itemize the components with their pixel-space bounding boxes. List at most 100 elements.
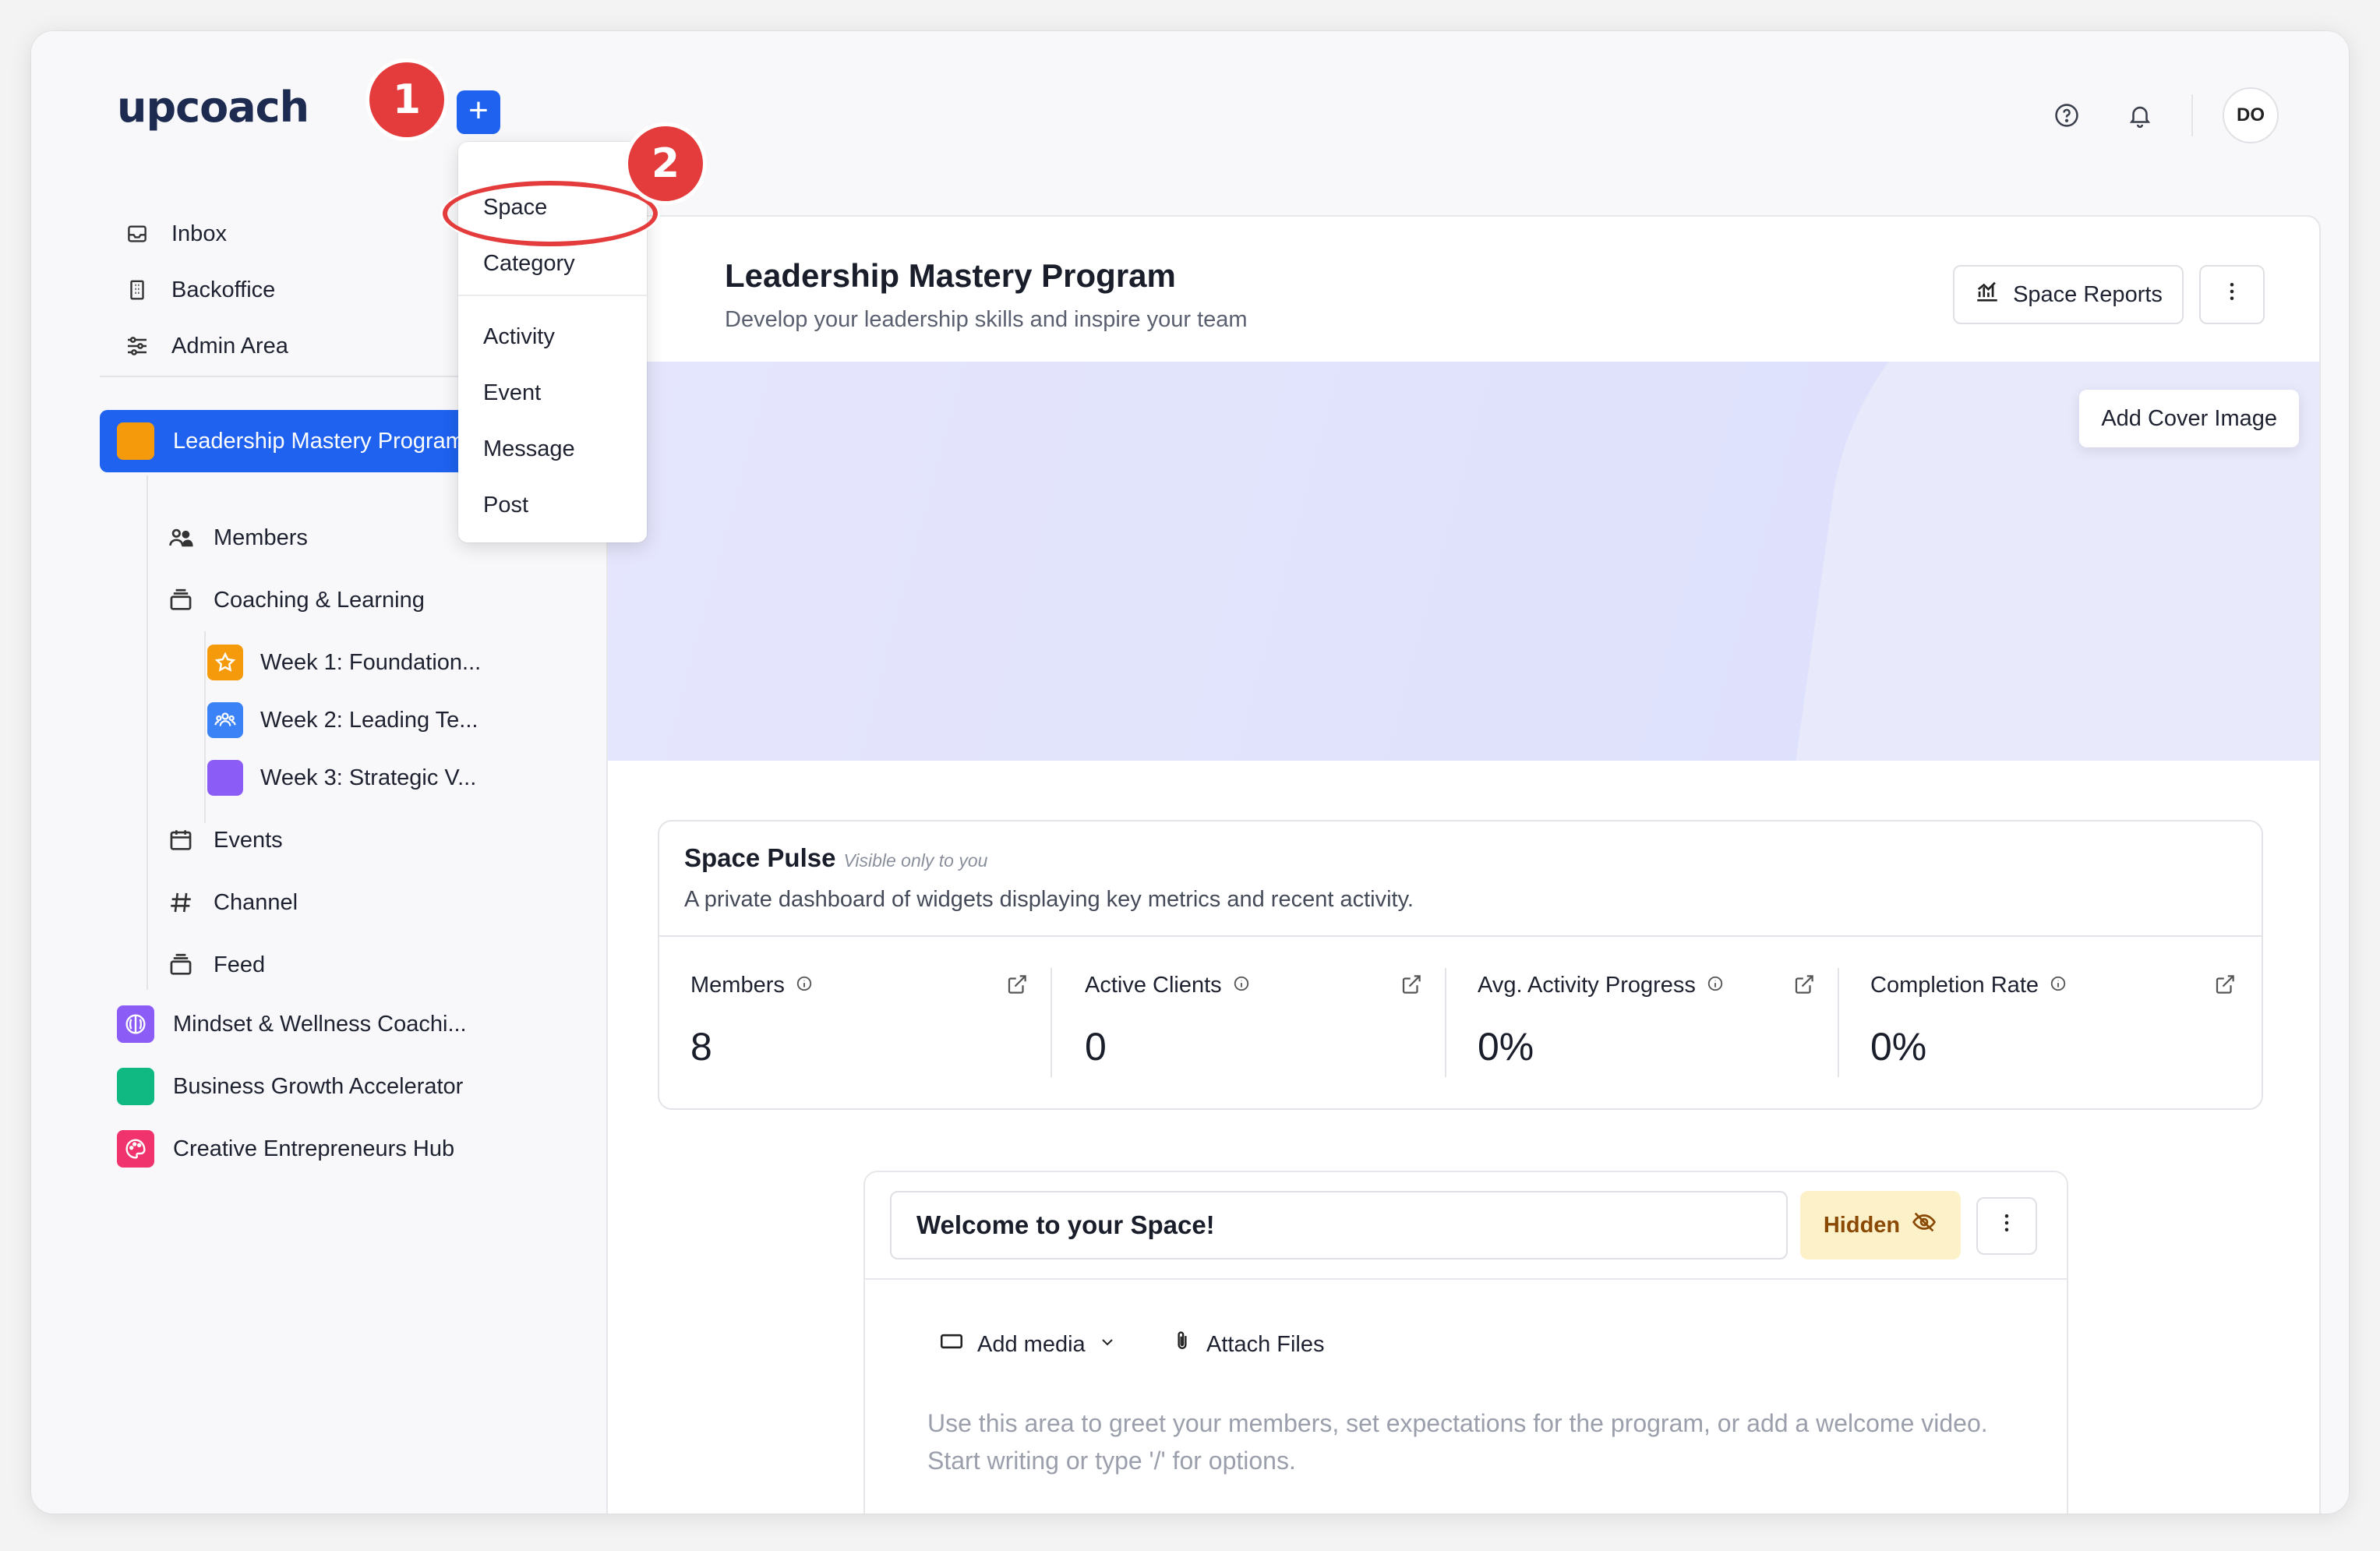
info-icon[interactable] [1233, 973, 1250, 998]
hidden-label: Hidden [1823, 1212, 1901, 1238]
sidebar-item-week-3[interactable]: Week 3: Strategic V... [207, 754, 476, 801]
sidebar-item-inbox[interactable]: Inbox [123, 206, 288, 262]
welcome-post-card: Welcome to your Space! Hidden Add media … [863, 1171, 2068, 1514]
menu-item-event[interactable]: Event [483, 380, 541, 406]
space-pulse-card: Space Pulse Visible only to you A private… [658, 820, 2263, 1110]
sidebar-item-label: Week 1: Foundation... [260, 649, 482, 675]
sidebar-item-label: Channel [214, 889, 298, 915]
metric-label-text: Completion Rate [1870, 973, 2039, 998]
sidebar-item-channel[interactable]: Channel [165, 879, 298, 926]
sidebar-item-members[interactable]: Members [165, 514, 308, 561]
more-options-button[interactable] [2199, 265, 2265, 324]
metric-value: 0 [1085, 1025, 1107, 1069]
tree-guide [147, 475, 148, 990]
avatar[interactable]: DO [2223, 87, 2279, 143]
sidebar-item-events[interactable]: Events [165, 817, 283, 864]
sidebar-item-label: Mindset & Wellness Coachi... [173, 1011, 467, 1037]
add-media-button[interactable]: Add media [938, 1328, 1117, 1361]
menu-item-category[interactable]: Category [483, 251, 575, 277]
metric-label-text: Members [690, 973, 785, 998]
chart-icon [1974, 278, 2000, 311]
info-icon[interactable] [2050, 973, 2067, 998]
cover-image-area[interactable]: Add Cover Image [608, 362, 2319, 761]
attach-files-label: Attach Files [1206, 1331, 1325, 1357]
menu-item-activity[interactable]: Activity [483, 324, 555, 350]
sidebar-item-week-1[interactable]: Week 1: Foundation... [207, 639, 481, 686]
annotation-step-1: 1 [369, 62, 444, 137]
annotation-highlight-ellipse [443, 181, 658, 246]
sidebar-item-backoffice[interactable]: Backoffice [123, 262, 288, 318]
sidebar-item-label: Week 2: Leading Te... [260, 707, 478, 733]
metric-avg-activity-progress: Avg. Activity Progress 0% [1446, 935, 1839, 1110]
sidebar-item-label: Feed [214, 952, 266, 977]
header-divider [2191, 94, 2193, 136]
sidebar-item-coaching-learning[interactable]: Coaching & Learning [165, 577, 425, 624]
space-pulse-title: Space Pulse Visible only to you [684, 843, 987, 873]
menu-item-post[interactable]: Post [483, 493, 528, 518]
palette-icon [117, 1130, 154, 1168]
welcome-title-input[interactable]: Welcome to your Space! [890, 1191, 1788, 1260]
metric-label-text: Avg. Activity Progress [1478, 973, 1696, 998]
bell-icon[interactable] [2118, 94, 2162, 137]
sidebar-space-business-growth[interactable]: Business Growth Accelerator [117, 1063, 463, 1110]
external-link-icon[interactable] [1400, 973, 1423, 1000]
stack-icon [165, 949, 196, 980]
sidebar-item-week-2[interactable]: Week 2: Leading Te... [207, 697, 478, 744]
welcome-editor-placeholder[interactable]: Use this area to greet your members, set… [927, 1404, 2018, 1479]
calendar-icon [165, 825, 196, 856]
stack-icon [165, 585, 196, 616]
space-color-swatch [117, 1068, 154, 1105]
sidebar-item-label: Leadership Mastery Program [173, 428, 464, 454]
sidebar-item-admin-area[interactable]: Admin Area [123, 318, 288, 374]
upcoach-logo[interactable]: upcoach [117, 83, 309, 132]
brain-icon [117, 1005, 154, 1043]
space-main-panel: Leadership Mastery Program Develop your … [606, 215, 2321, 1514]
people-icon [207, 702, 243, 738]
visibility-hidden-button[interactable]: Hidden [1800, 1191, 1961, 1260]
help-circle-icon[interactable] [2045, 94, 2089, 137]
more-vertical-icon [2220, 280, 2244, 309]
space-reports-button[interactable]: Space Reports [1953, 265, 2184, 324]
hash-icon [165, 887, 196, 918]
external-link-icon[interactable] [1005, 973, 1029, 1000]
attach-files-button[interactable]: Attach Files [1171, 1328, 1325, 1361]
divider [1051, 968, 1052, 1077]
info-icon[interactable] [796, 973, 813, 998]
sidebar-item-label: Admin Area [171, 333, 288, 359]
building-icon [123, 276, 151, 304]
external-link-icon[interactable] [1792, 973, 1816, 1000]
sidebar-space-mindset-wellness[interactable]: Mindset & Wellness Coachi... [117, 1001, 467, 1048]
metric-active-clients: Active Clients 0 [1054, 935, 1446, 1110]
sidebar-item-label: Backoffice [171, 277, 276, 302]
sidebar-item-label: Events [214, 827, 283, 853]
external-link-icon[interactable] [2213, 973, 2237, 1000]
sidebar-item-feed[interactable]: Feed [165, 942, 265, 988]
metric-label: Avg. Activity Progress [1478, 973, 1724, 998]
space-color-swatch [117, 422, 154, 460]
sidebar-space-leadership-mastery[interactable]: Leadership Mastery Program [100, 410, 489, 472]
eye-off-icon [1911, 1209, 1937, 1242]
media-icon [938, 1328, 965, 1361]
space-color-swatch [207, 760, 243, 796]
space-pulse-description: A private dashboard of widgets displayin… [684, 887, 1414, 912]
star-icon [207, 645, 243, 680]
info-icon[interactable] [1707, 973, 1724, 998]
metric-label-text: Active Clients [1085, 973, 1222, 998]
menu-item-message[interactable]: Message [483, 436, 575, 462]
sliders-icon [123, 332, 151, 360]
create-button[interactable]: + [457, 90, 500, 134]
metric-value: 0% [1870, 1025, 1927, 1069]
plus-icon: + [468, 91, 489, 129]
pulse-title-text: Space Pulse [684, 843, 836, 872]
add-cover-image-button[interactable]: Add Cover Image [2079, 390, 2299, 447]
sidebar-item-label: Business Growth Accelerator [173, 1073, 464, 1099]
menu-divider [458, 295, 647, 296]
inbox-icon [123, 220, 151, 248]
post-options-button[interactable] [1976, 1197, 2037, 1255]
add-media-label: Add media [977, 1331, 1086, 1357]
paperclip-icon [1171, 1328, 1194, 1361]
tree-guide [204, 631, 206, 823]
sidebar-nav: Inbox Backoffice Admin Area [123, 206, 288, 374]
sidebar-space-creative-entrepreneurs[interactable]: Creative Entrepreneurs Hub [117, 1125, 454, 1172]
button-label: Space Reports [2013, 281, 2163, 307]
